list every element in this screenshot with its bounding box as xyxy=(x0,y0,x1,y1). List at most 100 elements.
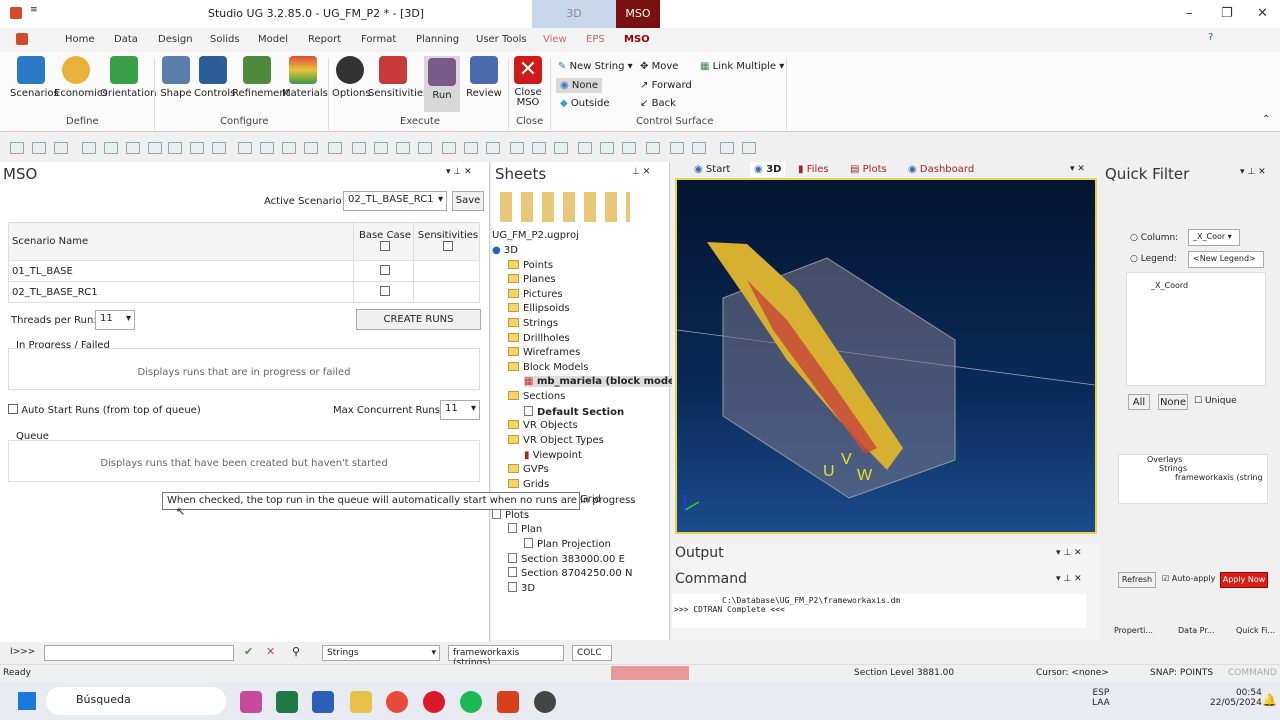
base-case-checkbox[interactable] xyxy=(380,264,390,275)
pane-pin-icon[interactable]: ⊥ ✕ xyxy=(632,167,650,177)
taskbar-app-icon[interactable] xyxy=(534,691,556,713)
layer-type-select[interactable]: Strings ▾ xyxy=(322,645,440,661)
toolbar-tool-icon[interactable] xyxy=(578,142,592,154)
run-button[interactable]: Run xyxy=(424,56,460,112)
toolbar-tool-icon[interactable] xyxy=(600,142,614,154)
link-multiple-button[interactable]: ▦ Link Multiple ▾ xyxy=(700,61,784,72)
overlays-tree[interactable]: Overlays Strings frameworkaxis (string xyxy=(1118,454,1268,504)
qf-values-list[interactable]: _X_Coord xyxy=(1126,272,1266,386)
tree-pictures[interactable]: Pictures xyxy=(508,289,563,300)
economics-button[interactable]: Economics xyxy=(54,56,108,99)
tree-vr-objects[interactable]: VR Objects xyxy=(508,420,578,431)
tree-section-e[interactable]: Section 383000.00 E xyxy=(508,553,625,565)
create-runs-button[interactable]: CREATE RUNS xyxy=(356,309,481,330)
tree-overlay-strings[interactable]: Strings xyxy=(1119,464,1267,473)
tree-viewpoint[interactable]: ▮ Viewpoint xyxy=(524,450,582,461)
toolbar-tool-icon[interactable] xyxy=(670,142,684,154)
taskbar-search[interactable]: Búsqueda xyxy=(46,687,226,715)
maximize-icon[interactable]: ❐ xyxy=(1221,6,1233,21)
toolbar-tool-icon[interactable] xyxy=(554,142,568,154)
toolbar-tool-icon[interactable] xyxy=(510,142,524,154)
tab-format[interactable]: Format xyxy=(361,34,396,45)
qf-column-radio[interactable]: ○ Column: xyxy=(1130,233,1178,243)
tree-drillholes[interactable]: Drillholes xyxy=(508,333,570,344)
tab-planning[interactable]: Planning xyxy=(416,34,459,45)
qf-none-button[interactable]: None xyxy=(1158,394,1188,410)
refinement-button[interactable]: Refinement xyxy=(232,56,290,99)
color-select[interactable]: COLC xyxy=(572,645,612,661)
qf-legend-select[interactable]: <New Legend> xyxy=(1188,251,1264,268)
tab-user-tools[interactable]: User Tools xyxy=(476,34,527,45)
back-button[interactable]: ↙ Back xyxy=(640,98,676,109)
table-row[interactable]: 02_TL_BASE_RC1 xyxy=(8,281,480,303)
qf-column-select[interactable]: _X_Coor ▾ xyxy=(1188,229,1240,246)
tab-solids[interactable]: Solids xyxy=(210,34,240,45)
toolbar-tool-icon[interactable] xyxy=(148,142,162,154)
help-icon[interactable]: ? xyxy=(1208,32,1213,43)
toolbar-tool-icon[interactable] xyxy=(418,142,432,154)
notification-icon[interactable]: 🔔 xyxy=(1262,693,1277,707)
toolbar-tool-icon[interactable] xyxy=(190,142,204,154)
toolbar-tool-icon[interactable] xyxy=(304,142,318,154)
tree-plan-projection[interactable]: Plan Projection xyxy=(524,538,611,550)
toolbar-tool-icon[interactable] xyxy=(328,142,342,154)
tab-eps[interactable]: EPS xyxy=(586,34,605,45)
output-close-icon[interactable]: ▾ ⊥ ✕ xyxy=(1056,548,1082,558)
toolbar-tool-icon[interactable] xyxy=(622,142,636,154)
queue-list[interactable]: Displays runs that have been created but… xyxy=(8,440,480,482)
qf-all-button[interactable]: All xyxy=(1128,394,1150,410)
options-button[interactable]: Options xyxy=(332,56,371,99)
max-concurrent-select[interactable]: 11 ▾ xyxy=(440,400,480,420)
windows-start-icon[interactable] xyxy=(18,692,36,710)
file-menu-icon[interactable] xyxy=(16,33,28,45)
toolbar-tool-icon[interactable] xyxy=(260,142,274,154)
tree-plan[interactable]: Plan xyxy=(508,523,542,535)
toolbar-tool-icon[interactable] xyxy=(32,142,46,154)
none-button[interactable]: ◉ None xyxy=(556,78,603,93)
taskbar-excel-icon[interactable] xyxy=(276,691,298,713)
view-tab-start[interactable]: ◉ Start xyxy=(694,164,730,175)
tree-plots[interactable]: Plots xyxy=(492,509,529,521)
toolbar-tool-icon[interactable] xyxy=(168,142,182,154)
project-root[interactable]: UG_FM_P2.ugproj xyxy=(492,230,579,241)
review-button[interactable]: Review xyxy=(466,56,502,99)
tree-vr-object-types[interactable]: VR Object Types xyxy=(508,435,604,446)
tree-section-n[interactable]: Section 8704250.00 N xyxy=(508,567,632,579)
toolbar-tool-icon[interactable] xyxy=(646,142,660,154)
qf-refresh-button[interactable]: Refresh xyxy=(1118,572,1156,588)
toolbar-tool-icon[interactable] xyxy=(486,142,500,154)
tab-data[interactable]: Data xyxy=(114,34,138,45)
tree-3d[interactable]: ● 3D xyxy=(492,245,518,256)
taskbar-studio-ug-icon[interactable] xyxy=(497,691,519,713)
cancel-icon[interactable]: ✕ xyxy=(266,645,275,658)
view-tab-3d[interactable]: ◉ 3D xyxy=(750,162,786,177)
view-tab-dashboard[interactable]: ◉ Dashboard xyxy=(908,164,974,175)
tree-mb-mariela[interactable]: ▦ mb_mariela (block model) xyxy=(524,376,683,387)
tree-gvps[interactable]: GVPs xyxy=(508,464,549,475)
tree-block-models[interactable]: Block Models xyxy=(508,362,588,373)
taskbar-copilot-icon[interactable] xyxy=(240,691,262,713)
tab-view[interactable]: View xyxy=(543,34,567,45)
taskbar-chrome-icon[interactable] xyxy=(386,691,408,713)
tree-strings[interactable]: Strings xyxy=(508,318,558,329)
threads-select[interactable]: 11 ▾ xyxy=(95,310,135,330)
base-case-all-checkbox[interactable] xyxy=(380,240,390,251)
toolbar-tool-icon[interactable] xyxy=(742,142,756,154)
search-icon[interactable]: ⚲ xyxy=(292,645,300,658)
3d-canvas[interactable]: U V W xyxy=(675,178,1097,534)
toolbar-tool-icon[interactable] xyxy=(126,142,140,154)
new-string-button[interactable]: ✎ New String ▾ xyxy=(558,61,633,72)
view-tab-files[interactable]: ▮ Files xyxy=(798,164,829,175)
toolbar-tool-icon[interactable] xyxy=(352,142,366,154)
tab-design[interactable]: Design xyxy=(158,34,193,45)
qf-legend-radio[interactable]: ○ Legend: xyxy=(1130,254,1177,264)
outside-button[interactable]: ◆ Outside xyxy=(560,98,610,109)
toolbar-tool-icon[interactable] xyxy=(692,142,706,154)
qf-autoapply-checkbox[interactable]: ☑ Auto-apply xyxy=(1162,574,1215,583)
tab-mso[interactable]: MSO xyxy=(624,34,650,45)
toolbar-tool-icon[interactable] xyxy=(238,142,252,154)
context-tab-mso[interactable]: MSO xyxy=(616,0,660,28)
toolbar-tool-icon[interactable] xyxy=(212,142,226,154)
move-button[interactable]: ✥ Move xyxy=(640,61,678,72)
view-tab-plots[interactable]: ▤ Plots xyxy=(850,164,887,175)
